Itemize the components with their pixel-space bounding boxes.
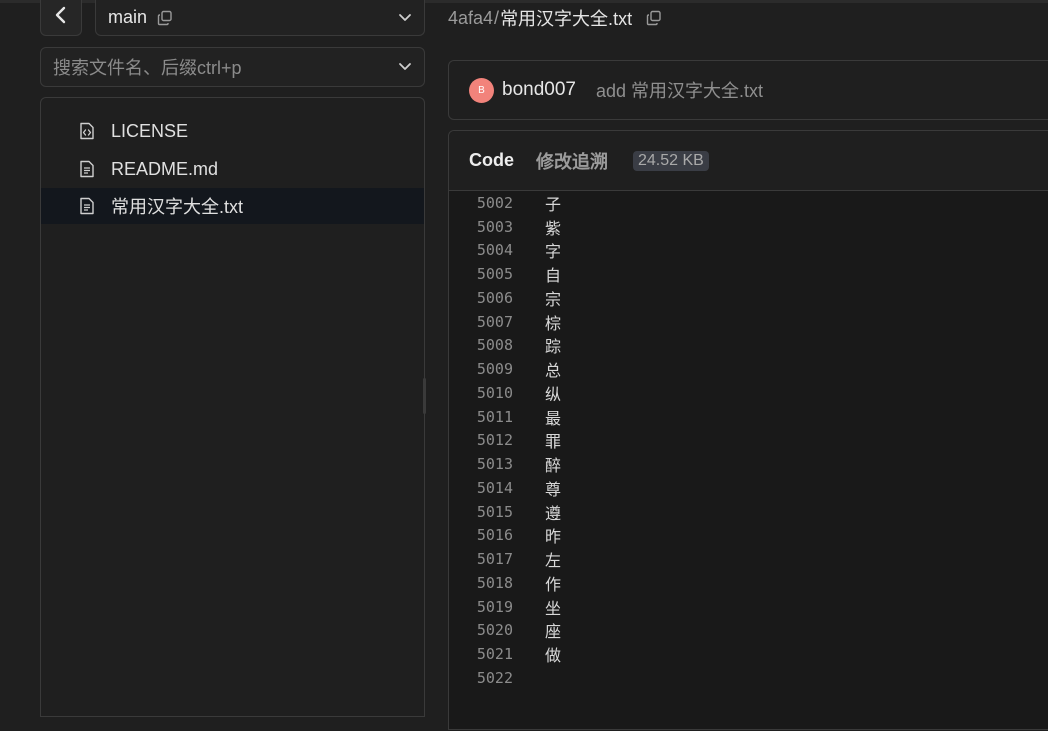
code-line: 5002 子 — [449, 191, 561, 215]
line-number[interactable]: 5021 — [449, 645, 513, 663]
line-number[interactable]: 5012 — [449, 431, 513, 449]
copy-icon[interactable] — [157, 10, 173, 26]
line-number[interactable]: 5007 — [449, 313, 513, 331]
line-number[interactable]: 5006 — [449, 289, 513, 307]
file-text-icon — [79, 160, 97, 178]
code-panel: Code 修改追溯 24.52 KB 5002 子 5003 紫 5004 字 5005 自 5… — [448, 130, 1048, 730]
code-line: 5011 最 — [449, 405, 561, 429]
line-content: 字 — [545, 242, 562, 262]
line-number[interactable]: 5020 — [449, 621, 513, 639]
line-content: 做 — [545, 646, 562, 666]
line-number[interactable]: 5009 — [449, 360, 513, 378]
branch-name: main — [108, 7, 148, 27]
code-line: 5014 尊 — [449, 476, 561, 500]
branch-selector[interactable]: main — [95, 0, 425, 36]
line-number[interactable]: 5013 — [449, 455, 513, 473]
line-content: 尊 — [545, 479, 562, 499]
panel-resize-handle[interactable] — [423, 378, 426, 414]
code-line: 5004 字 — [449, 239, 561, 263]
line-content: 踪 — [545, 337, 562, 357]
line-number[interactable]: 5016 — [449, 526, 513, 544]
chevron-down-icon — [398, 13, 412, 23]
avatar[interactable]: B — [469, 77, 494, 103]
code-line: 5003 紫 — [449, 215, 561, 239]
line-number[interactable]: 5011 — [449, 408, 513, 426]
line-number[interactable]: 5004 — [449, 241, 513, 259]
code-line: 5018 作 — [449, 571, 561, 595]
commit-message[interactable]: add 常用汉字大全.txt — [596, 77, 763, 103]
line-number[interactable]: 5002 — [449, 194, 513, 212]
file-tree: LICENSE README.md 常用汉字大全.txt — [40, 97, 425, 717]
code-line: 5010 纵 — [449, 381, 561, 405]
back-button[interactable] — [40, 0, 82, 36]
code-line: 5016 昨 — [449, 524, 561, 548]
line-number[interactable]: 5003 — [449, 218, 513, 236]
line-number[interactable]: 5014 — [449, 479, 513, 497]
code-line: 5007 棕 — [449, 310, 561, 334]
breadcrumb-file: 常用汉字大全.txt — [500, 9, 633, 29]
code-line: 5009 总 — [449, 357, 561, 381]
code-line: 5012 罪 — [449, 429, 561, 453]
code-line: 5013 醉 — [449, 452, 561, 476]
code-line: 5020 座 — [449, 619, 561, 643]
tab-blame[interactable]: 修改追溯 — [536, 148, 608, 174]
line-content: 宗 — [545, 289, 562, 309]
code-header: Code 修改追溯 24.52 KB — [449, 131, 1048, 191]
line-number[interactable]: 5019 — [449, 598, 513, 616]
chevron-down-icon — [398, 62, 412, 72]
breadcrumb-repo[interactable]: 4afa4 — [448, 8, 493, 29]
line-number[interactable]: 5022 — [449, 669, 513, 687]
code-line: 5008 踪 — [449, 334, 561, 358]
code-line: 5017 左 — [449, 547, 561, 571]
tab-code[interactable]: Code — [469, 150, 514, 171]
line-content: 紫 — [545, 218, 562, 238]
code-line: 5021 做 — [449, 642, 561, 666]
code-line: 5015 遵 — [449, 500, 561, 524]
line-content: 子 — [545, 194, 562, 214]
file-tree-item-selected-file[interactable]: 常用汉字大全.txt — [41, 188, 424, 224]
code-line: 5019 坐 — [449, 595, 561, 619]
line-number[interactable]: 5018 — [449, 574, 513, 592]
chevron-left-icon — [53, 6, 69, 29]
file-tree-item-label: README.md — [111, 158, 219, 179]
line-content: 纵 — [545, 384, 562, 404]
latest-commit-bar: B bond007 add 常用汉字大全.txt — [448, 60, 1048, 120]
line-number[interactable]: 5008 — [449, 336, 513, 354]
line-content: 左 — [545, 551, 562, 571]
file-tree-item-label: LICENSE — [111, 120, 189, 141]
line-content: 昨 — [545, 527, 562, 547]
code-line: 5006 宗 — [449, 286, 561, 310]
line-content: 作 — [545, 574, 562, 594]
file-tree-item-label: 常用汉字大全.txt — [111, 197, 244, 217]
copy-icon[interactable] — [646, 10, 662, 26]
line-content: 罪 — [545, 432, 562, 452]
line-content: 最 — [545, 408, 562, 428]
file-search-input[interactable]: 搜索文件名、后缀ctrl+p — [40, 47, 425, 87]
line-content: 自 — [545, 266, 562, 286]
line-number[interactable]: 5017 — [449, 550, 513, 568]
file-size-badge: 24.52 KB — [633, 150, 709, 171]
line-content: 坐 — [545, 598, 562, 618]
code-line: 5005 自 — [449, 262, 561, 286]
code-body: 5002 子 5003 紫 5004 字 5005 自 5006 宗 5007 棕 5008 踪 5009 总… — [449, 191, 1048, 731]
commit-author[interactable]: bond007 — [502, 79, 576, 101]
file-text-icon — [79, 197, 97, 215]
file-tree-item-readme[interactable]: README.md — [41, 151, 424, 187]
search-placeholder: 搜索文件名、后缀ctrl+p — [53, 58, 242, 78]
file-code-icon — [79, 122, 97, 140]
breadcrumb: 4afa4 / 常用汉字大全.txt — [448, 6, 662, 30]
line-content: 总 — [545, 361, 562, 381]
line-content: 醉 — [545, 456, 562, 476]
line-number[interactable]: 5015 — [449, 503, 513, 521]
line-content: 遵 — [545, 503, 562, 523]
breadcrumb-separator: / — [494, 7, 500, 28]
line-content: 座 — [545, 622, 562, 642]
line-content: 棕 — [545, 313, 562, 333]
line-number[interactable]: 5005 — [449, 265, 513, 283]
code-line: 5022 — [449, 666, 545, 690]
file-tree-item-license[interactable]: LICENSE — [41, 113, 424, 149]
line-number[interactable]: 5010 — [449, 384, 513, 402]
